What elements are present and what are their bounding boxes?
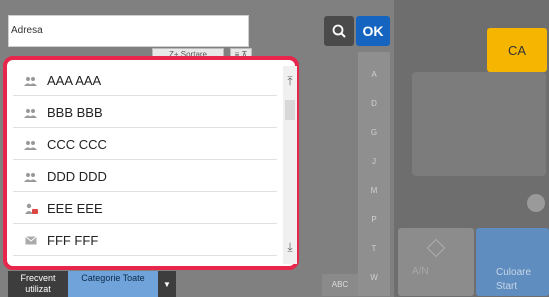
scrollbar-thumb[interactable] [285,100,295,120]
alpha-letter[interactable]: P [358,215,390,224]
group-icon [23,140,39,150]
panel-toggle-icon[interactable] [527,194,545,212]
user-fax-icon [23,203,39,215]
alpha-letter[interactable]: M [358,186,390,195]
bw-start-button[interactable] [398,228,474,296]
scroll-up-button[interactable]: ⤒ [283,66,297,96]
email-icon [23,236,39,245]
scroll-top-icon: ⤒ [287,73,293,88]
abc-button[interactable]: ABC [322,274,358,296]
tab-category[interactable]: Categorie Toate [68,271,158,297]
list-item-label: BBB BBB [47,105,103,120]
color-label-1: Culoare [496,267,532,278]
search-icon [332,24,346,38]
address-book-screen: Adresa OK Z+ Sortare ≡ ⊼ A D G J M P T W… [0,0,549,297]
list-item-label: CCC CCC [47,137,107,152]
list-item-label: AAA AAA [47,73,102,88]
color-label-2: Start [496,281,518,292]
chevron-down-icon: ▼ [163,279,171,289]
address-input[interactable]: Adresa [8,15,249,47]
address-list-panel: AAA AAA BBB BBB CCC CCC DDD DDD EEE EEE … [3,56,299,270]
address-label: Adresa [11,25,43,36]
alpha-letter[interactable]: G [358,128,390,137]
list-item-label: DDD DDD [47,169,107,184]
list-item[interactable]: AAA AAA [13,66,277,96]
group-icon [23,76,39,86]
alpha-letter[interactable]: A [358,70,390,79]
diamond-icon [426,238,446,258]
bw-start-label: A/N [412,266,429,277]
list-item-label: FFF FFF [47,233,99,248]
address-list: AAA AAA BBB BBB CCC CCC DDD DDD EEE EEE … [13,66,277,258]
preview-card [412,72,546,176]
list-item[interactable]: FFF FFF [13,226,277,256]
ca-button[interactable]: CA [487,28,547,72]
tab-frequent[interactable]: Frecvent utilizat [8,271,68,297]
category-dropdown-button[interactable]: ▼ [158,271,176,297]
list-item[interactable]: CCC CCC [13,130,277,160]
search-button[interactable] [324,16,354,46]
group-icon [23,172,39,182]
list-item-label: EEE EEE [47,201,103,216]
list-item[interactable]: EEE EEE [13,194,277,224]
group-icon [23,108,39,118]
scroll-down-button[interactable]: ⤓ [283,232,297,262]
list-item[interactable]: BBB BBB [13,98,277,128]
alphabet-index: A D G J M P T W [358,52,390,296]
alpha-letter[interactable]: J [358,157,390,166]
ok-button[interactable]: OK [356,16,390,46]
scroll-bottom-icon: ⤓ [287,239,293,254]
color-start-label: Culoare Start [496,266,531,294]
alpha-letter[interactable]: T [358,244,390,253]
alpha-letter[interactable]: W [358,273,390,282]
alpha-letter[interactable]: D [358,99,390,108]
list-item[interactable]: DDD DDD [13,162,277,192]
